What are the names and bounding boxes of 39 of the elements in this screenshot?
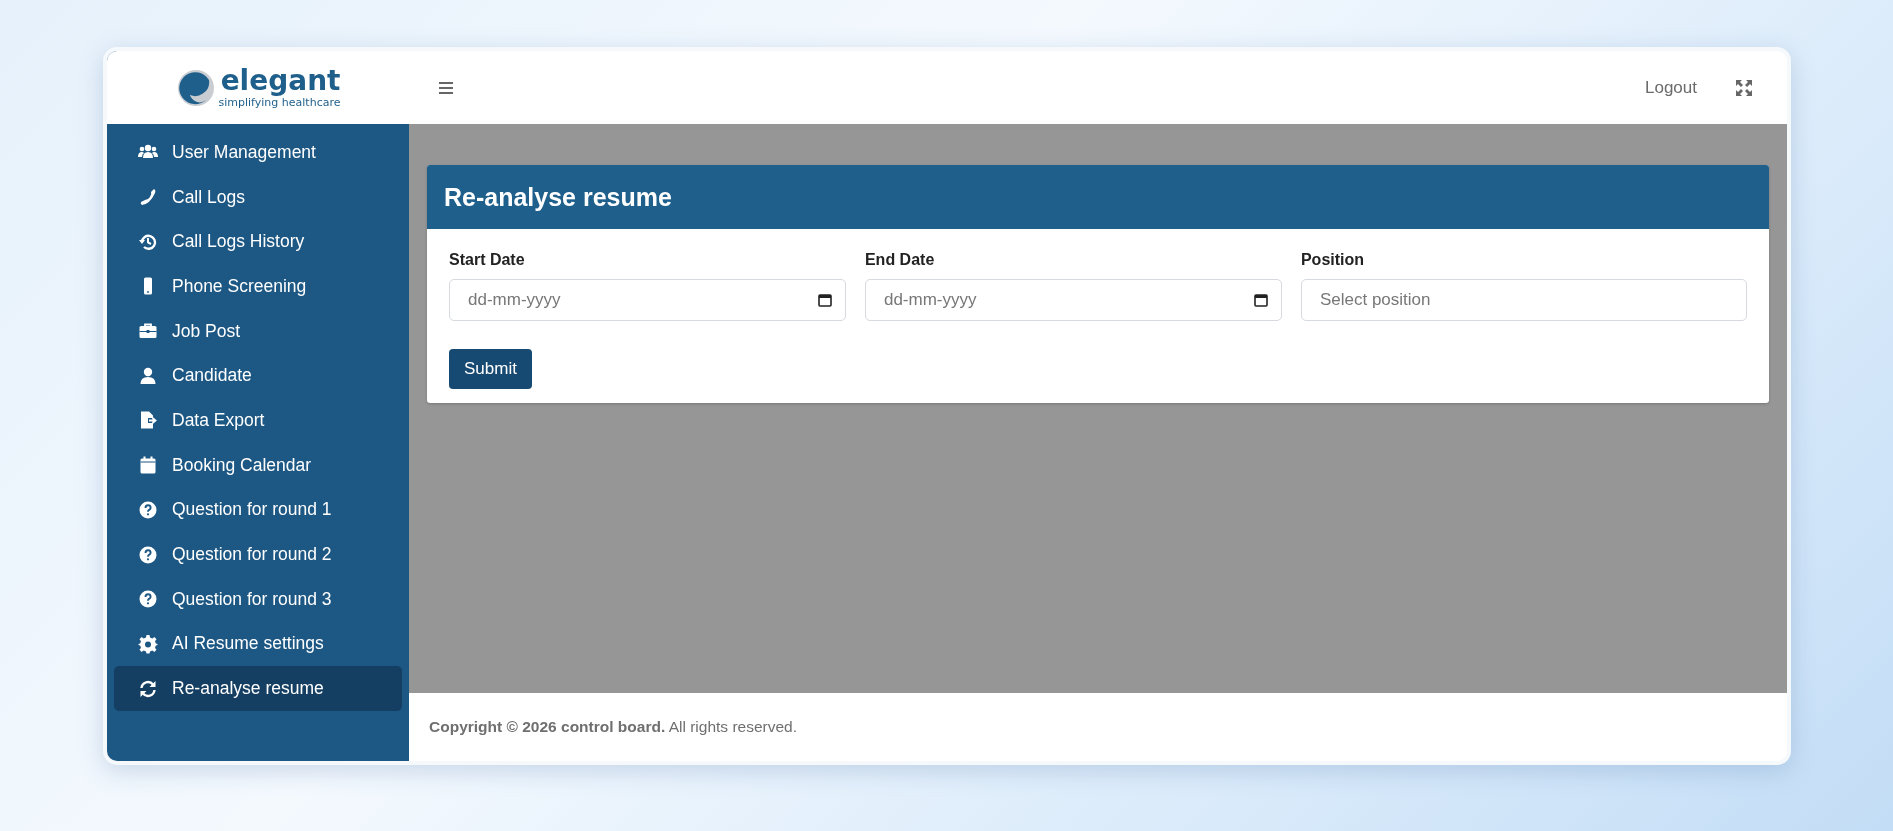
sidebar-item[interactable]: Candidate <box>114 353 402 399</box>
sidebar-item[interactable]: Data Export <box>114 398 402 443</box>
logout-link[interactable]: Logout <box>1645 77 1697 98</box>
user-icon <box>138 365 158 386</box>
logo-name: elegant <box>220 66 341 96</box>
refresh-icon <box>138 678 158 699</box>
sidebar-item[interactable]: Question for round 1 <box>114 487 402 533</box>
position-field[interactable]: Select position <box>1300 279 1747 321</box>
date-field[interactable]: dd-mm-yyyy <box>864 279 1282 321</box>
sidebar-item[interactable]: Question for round 2 <box>114 532 402 577</box>
calendar-icon <box>138 455 158 476</box>
calendar-icon[interactable] <box>1253 293 1268 307</box>
sidebar-item[interactable]: Question for round 3 <box>114 576 402 622</box>
fullscreen-icon[interactable] <box>1735 78 1753 97</box>
field-label: End Date <box>864 251 936 269</box>
gear-icon <box>138 633 158 654</box>
sidebar-item[interactable]: Call Logs History <box>114 219 402 265</box>
sidebar-item[interactable]: Booking Calendar <box>114 442 402 488</box>
date-field[interactable]: dd-mm-yyyy <box>449 279 846 321</box>
sidebar-item[interactable]: Call Logs <box>114 174 402 220</box>
swirl-logo-icon <box>175 67 216 108</box>
field-label: Start Date <box>449 251 526 269</box>
copyright-text: Copyright © 2026 control board. All rights reserved. <box>429 718 797 736</box>
sidebar-item[interactable]: Phone Screening <box>114 264 402 309</box>
sidebar-item[interactable]: User Management <box>114 130 402 175</box>
calendar-icon[interactable] <box>817 293 832 307</box>
file-export-icon <box>138 410 158 431</box>
field-label: Position <box>1300 251 1366 269</box>
sidebar-item[interactable]: AI Resume settings <box>114 621 402 667</box>
sidebar-item[interactable]: Job Post <box>114 308 402 354</box>
question-icon <box>138 499 158 520</box>
submit-button[interactable]: Submit <box>449 349 532 389</box>
phone-icon <box>138 187 158 208</box>
menu-toggle-icon[interactable] <box>439 81 453 94</box>
question-icon <box>138 544 158 565</box>
sidebar-item[interactable]: Re-analyse resume <box>114 666 402 711</box>
card-title: Re-analyse resume <box>444 182 672 212</box>
logo-tagline: simplifying healthcare <box>218 96 341 109</box>
question-icon <box>138 589 158 610</box>
